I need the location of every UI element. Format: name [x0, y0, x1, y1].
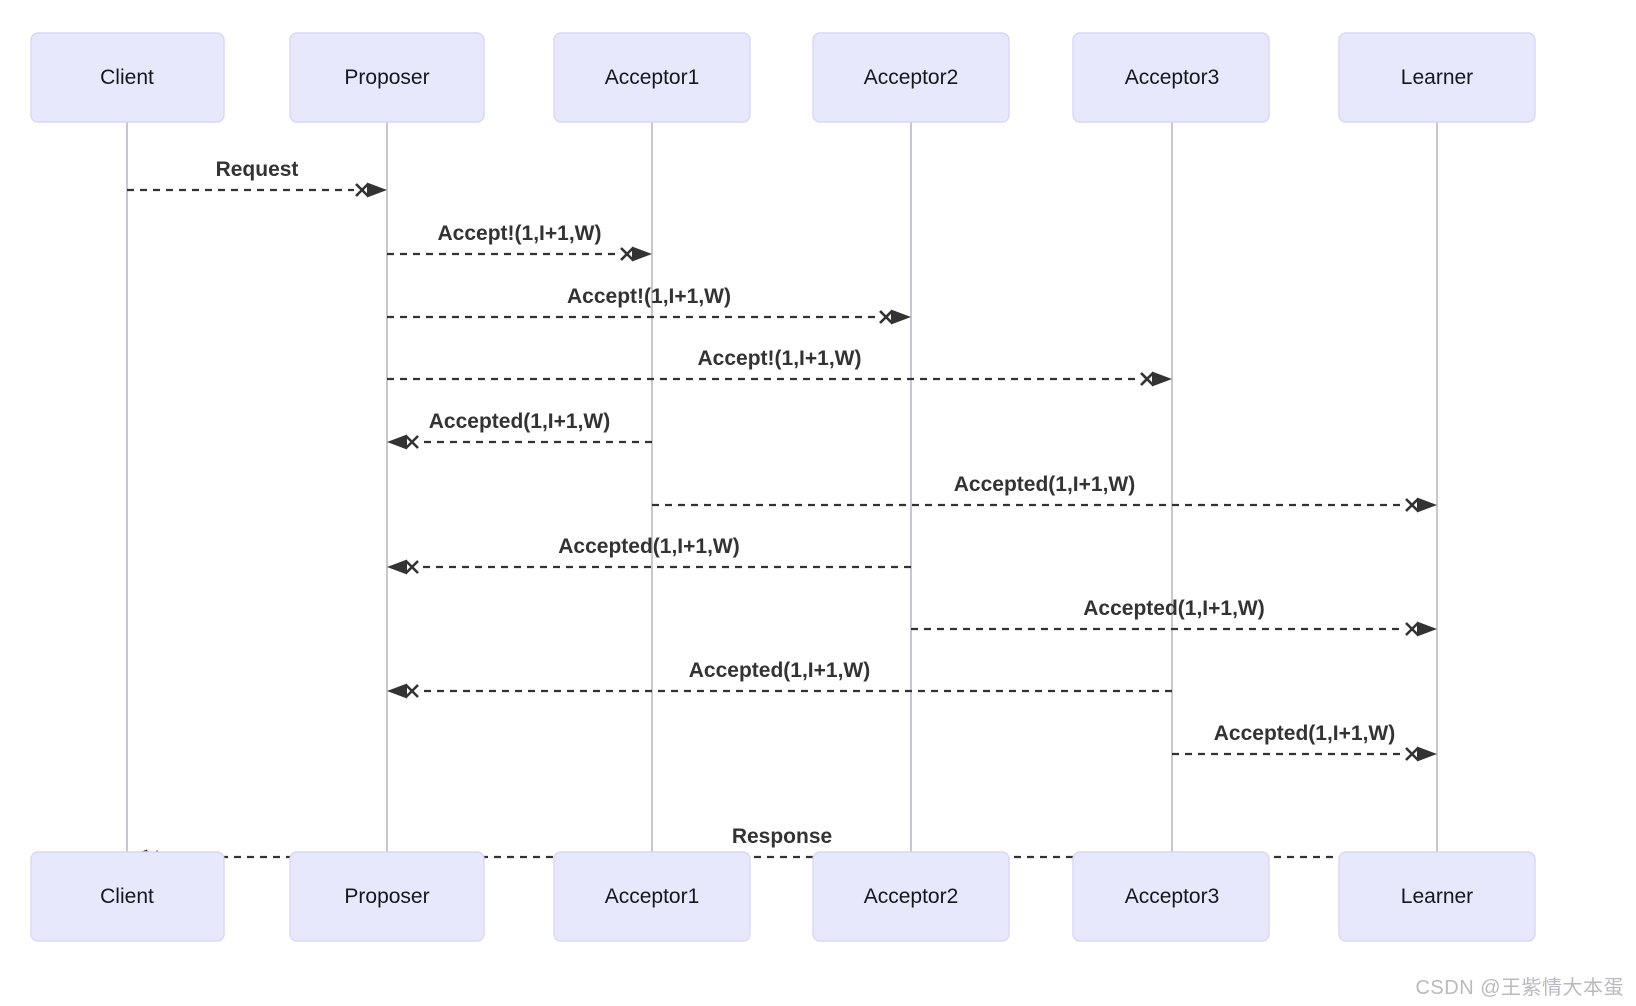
message-1[interactable]: Request	[127, 158, 387, 198]
arrow-head-icon	[387, 559, 407, 575]
messages-group: Request Accept!(1,I+1,W) Accept!(1,I+1,W) A…	[127, 158, 1437, 865]
actor-acceptor1-bottom[interactable]: Acceptor1	[553, 851, 751, 942]
message-label: Accept!(1,I+1,W)	[698, 347, 862, 370]
actor-label: Client	[100, 66, 154, 89]
message-label: Accepted(1,I+1,W)	[558, 535, 739, 558]
arrow-head-icon	[632, 246, 652, 262]
message-5[interactable]: Accepted(1,I+1,W)	[387, 410, 652, 450]
message-label: Request	[216, 158, 299, 181]
actor-client-bottom[interactable]: Client	[30, 851, 225, 942]
arrow-head-icon	[1152, 371, 1172, 387]
actor-acceptor3-bottom[interactable]: Acceptor3	[1072, 851, 1270, 942]
arrow-head-icon	[387, 434, 407, 450]
actor-label: Acceptor3	[1125, 885, 1220, 908]
message-9[interactable]: Accepted(1,I+1,W)	[387, 659, 1172, 699]
actor-label: Client	[100, 885, 154, 908]
actor-acceptor3-top[interactable]: Acceptor3	[1072, 32, 1270, 123]
message-label: Accepted(1,I+1,W)	[1214, 722, 1395, 745]
message-6[interactable]: Accepted(1,I+1,W)	[652, 473, 1437, 513]
actor-label: Acceptor1	[605, 66, 700, 89]
actor-label: Acceptor2	[864, 885, 959, 908]
actor-learner-top[interactable]: Learner	[1338, 32, 1536, 123]
message-10[interactable]: Accepted(1,I+1,W)	[1172, 722, 1437, 762]
message-2[interactable]: Accept!(1,I+1,W)	[387, 222, 652, 262]
actor-learner-bottom[interactable]: Learner	[1338, 851, 1536, 942]
actors-bottom-group: Client Proposer Acceptor1 Acceptor2 Acceptor…	[30, 851, 1536, 942]
actor-acceptor1-top[interactable]: Acceptor1	[553, 32, 751, 123]
arrow-head-icon	[367, 182, 387, 198]
actor-acceptor2-top[interactable]: Acceptor2	[812, 32, 1010, 123]
actor-label: Learner	[1401, 66, 1473, 89]
message-7[interactable]: Accepted(1,I+1,W)	[387, 535, 911, 575]
actor-proposer-top[interactable]: Proposer	[289, 32, 485, 123]
message-label: Accepted(1,I+1,W)	[429, 410, 610, 433]
actor-label: Acceptor1	[605, 885, 700, 908]
actors-top-group: Client Proposer Acceptor1 Acceptor2 Acceptor…	[30, 32, 1536, 123]
message-label: Accepted(1,I+1,W)	[1083, 597, 1264, 620]
actor-label: Acceptor2	[864, 66, 959, 89]
watermark-text: CSDN @王紫情大本蛋	[1415, 977, 1624, 999]
actor-label: Acceptor3	[1125, 66, 1220, 89]
sequence-diagram: Request Accept!(1,I+1,W) Accept!(1,I+1,W) A…	[0, 0, 1636, 1006]
actor-client-top[interactable]: Client	[30, 32, 225, 123]
arrow-head-icon	[1417, 497, 1437, 513]
message-8[interactable]: Accepted(1,I+1,W)	[911, 597, 1437, 637]
actor-label: Proposer	[344, 885, 429, 908]
actor-label: Learner	[1401, 885, 1473, 908]
message-label: Accepted(1,I+1,W)	[954, 473, 1135, 496]
message-label: Accept!(1,I+1,W)	[438, 222, 602, 245]
arrow-head-icon	[1417, 621, 1437, 637]
actor-acceptor2-bottom[interactable]: Acceptor2	[812, 851, 1010, 942]
message-label: Accepted(1,I+1,W)	[689, 659, 870, 682]
sequence-diagram-canvas: Request Accept!(1,I+1,W) Accept!(1,I+1,W) A…	[30, 32, 1536, 942]
message-3[interactable]: Accept!(1,I+1,W)	[387, 285, 911, 325]
message-label: Response	[732, 825, 832, 848]
actor-label: Proposer	[344, 66, 429, 89]
actor-proposer-bottom[interactable]: Proposer	[289, 851, 485, 942]
arrow-head-icon	[1417, 746, 1437, 762]
message-label: Accept!(1,I+1,W)	[567, 285, 731, 308]
message-4[interactable]: Accept!(1,I+1,W)	[387, 347, 1172, 387]
arrow-head-icon	[387, 683, 407, 699]
arrow-head-icon	[891, 309, 911, 325]
